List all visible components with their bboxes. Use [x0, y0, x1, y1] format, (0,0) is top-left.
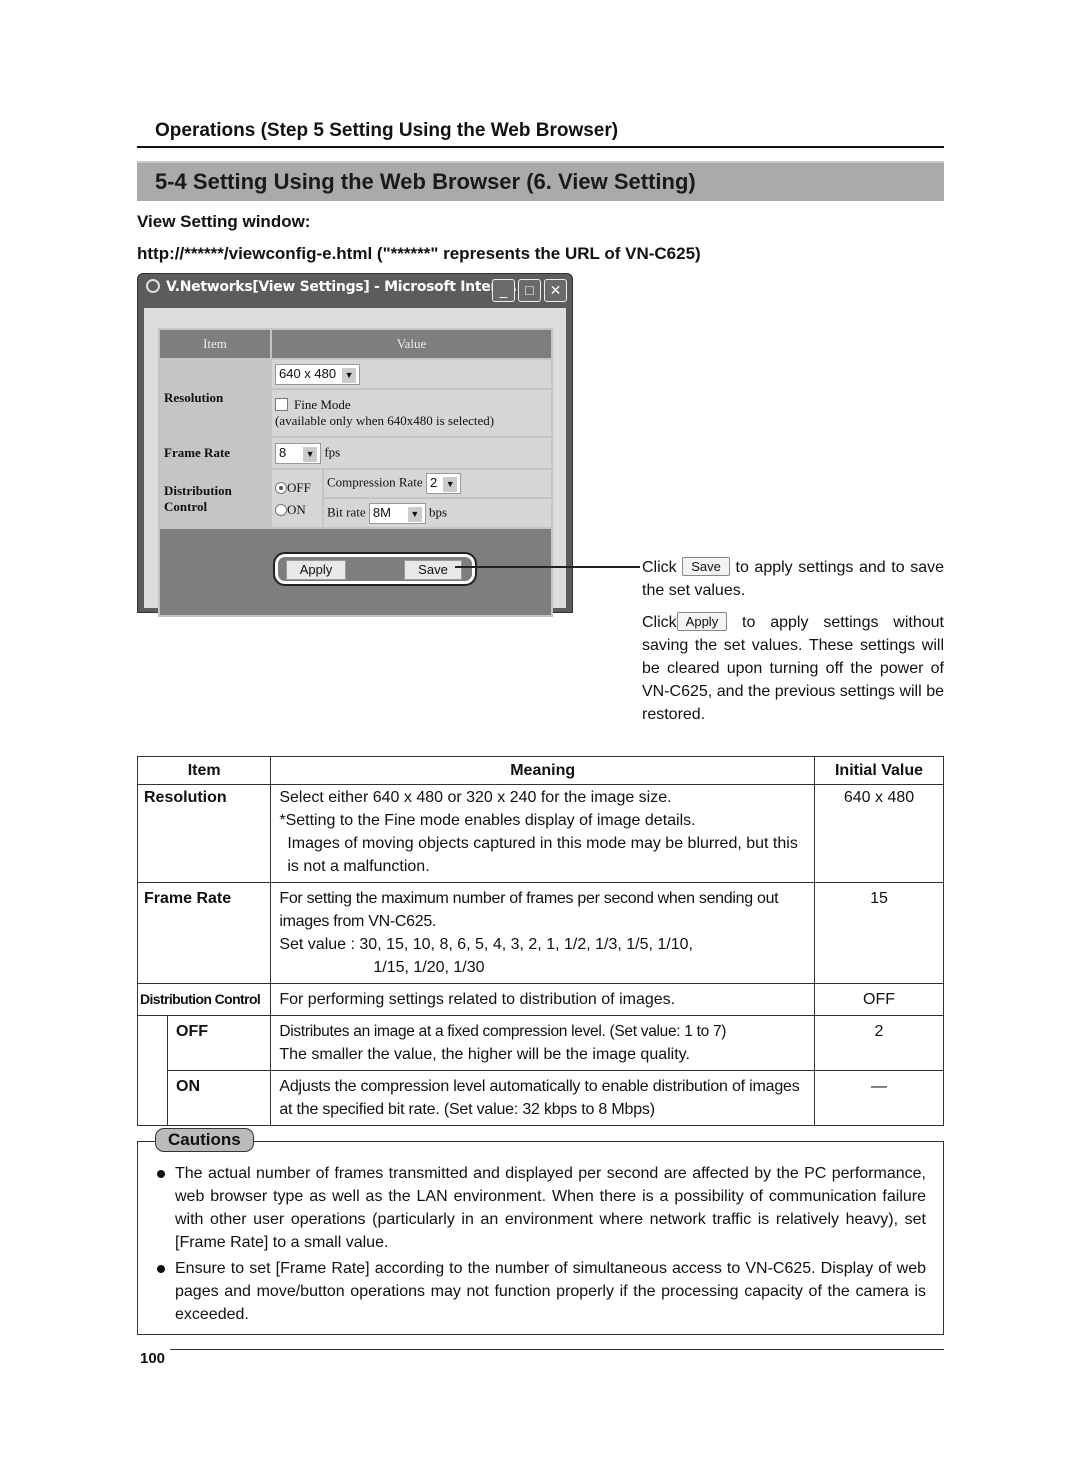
chevron-down-icon: ▼ — [443, 477, 458, 492]
maximize-icon[interactable]: □ — [518, 279, 541, 302]
cautions-title: Cautions — [155, 1128, 254, 1152]
save-button-illustration: Save — [682, 557, 730, 576]
close-icon[interactable]: ✕ — [544, 279, 567, 302]
minimize-icon[interactable]: _ — [492, 279, 515, 302]
distribution-control-label: Distribution Control — [158, 468, 272, 529]
chevron-down-icon: ▼ — [342, 367, 357, 383]
url-line: http://******/viewconfig-e.html ("******… — [137, 244, 701, 263]
bit-rate-select[interactable]: 8M ▼ — [368, 502, 426, 524]
bullet-icon — [157, 1265, 165, 1273]
save-button[interactable]: Save — [404, 560, 462, 580]
apply-note: Click Apply to apply settings without sav… — [642, 612, 944, 723]
caution-item: The actual number of frames transmitted … — [157, 1162, 926, 1254]
apply-button-illustration: Apply — [676, 612, 728, 631]
fps-unit: fps — [324, 443, 341, 459]
window-title-text: V.Networks[View Settings] - Microsoft In… — [166, 279, 522, 295]
window-client-area: Item Value Resolution 640 x 480 ▼ Fine Mo… — [144, 308, 566, 617]
table-row: Frame Rate For setting the maximum numbe… — [136, 882, 944, 984]
compression-rate-select[interactable]: 2 ▼ — [425, 473, 462, 494]
chevron-down-icon: ▼ — [303, 446, 318, 462]
off-radio[interactable] — [275, 481, 287, 494]
table-row: ON Adjusts the compression level automat… — [138, 1070, 944, 1126]
header-initial-value: Initial Value — [814, 756, 944, 785]
on-radio-label: ON — [287, 501, 306, 517]
bps-unit: bps — [429, 503, 448, 519]
compression-rate-label: Compression Rate — [327, 474, 423, 490]
ie-icon — [146, 279, 160, 293]
apply-button[interactable]: Apply — [286, 560, 346, 580]
header-item: Item — [136, 756, 272, 785]
browser-window-screenshot: V.Networks[View Settings] - Microsoft In… — [137, 273, 573, 617]
resolution-label: Resolution — [158, 358, 272, 438]
save-note: Click Save to apply settings and to save… — [642, 557, 944, 599]
fine-mode-checkbox[interactable] — [275, 398, 288, 411]
chevron-down-icon: ▼ — [407, 506, 422, 522]
col-item: Item — [158, 328, 272, 360]
fine-mode-label: Fine Mode — [294, 397, 351, 412]
footer-rule — [170, 1349, 944, 1350]
view-setting-window-label: View Setting window: — [137, 212, 311, 231]
settings-table: Item Meaning Initial Value Resolution Se… — [136, 756, 944, 1126]
fine-mode-note: (available only when 640x480 is selected… — [275, 413, 495, 428]
table-row: OFF Distributes an image at a fixed comp… — [137, 1015, 944, 1126]
on-radio[interactable] — [275, 503, 287, 516]
button-area: Apply Save — [158, 527, 553, 617]
header-meaning: Meaning — [270, 756, 815, 785]
resolution-select[interactable]: 640 x 480 ▼ — [275, 363, 361, 385]
operations-header: Operations (Step 5 Setting Using the Web… — [155, 120, 619, 141]
caution-item: Ensure to set [Frame Rate] according to … — [157, 1257, 926, 1326]
page-number: 100 — [140, 1350, 166, 1367]
table-row: Distribution Control For performing sett… — [136, 983, 944, 1016]
indent-cell — [137, 1015, 168, 1126]
button-callout: Apply Save — [273, 552, 477, 586]
bit-rate-label: Bit rate — [327, 503, 366, 519]
callout-leader-line — [455, 566, 640, 568]
window-title: V.Networks[View Settings] - Microsoft In… — [146, 279, 522, 295]
frame-rate-select[interactable]: 8 ▼ — [275, 442, 322, 464]
off-radio-label: OFF — [287, 479, 311, 495]
section-title-band: 5-4 Setting Using the Web Browser (6. Vi… — [137, 161, 944, 201]
table-row: Resolution Select either 640 x 480 or 32… — [136, 784, 944, 883]
header-rule — [137, 146, 944, 148]
section-title: 5-4 Setting Using the Web Browser (6. Vi… — [155, 169, 696, 194]
view-settings-form: Item Value Resolution 640 x 480 ▼ Fine Mo… — [158, 328, 553, 617]
col-value: Value — [270, 328, 553, 360]
bullet-icon — [157, 1170, 165, 1178]
frame-rate-label: Frame Rate — [158, 436, 272, 470]
